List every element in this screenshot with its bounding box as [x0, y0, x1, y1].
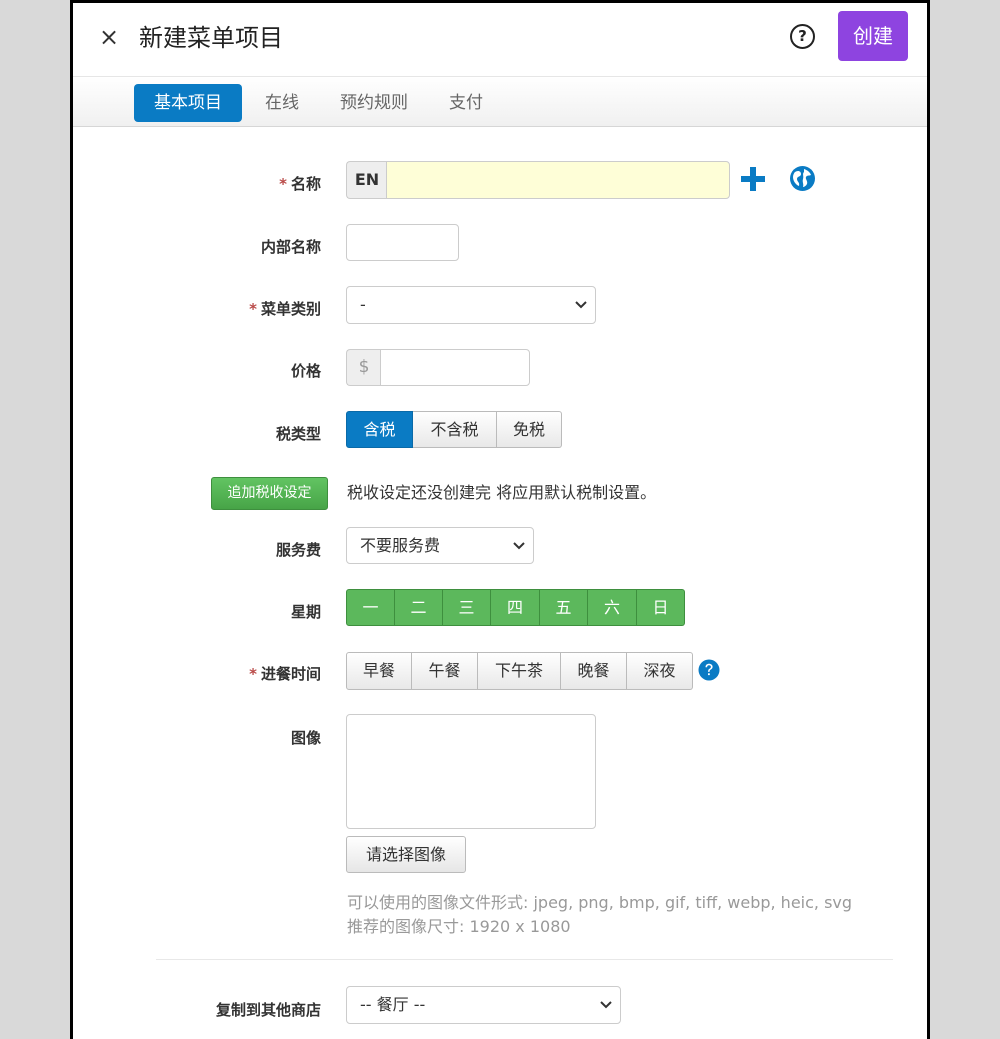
- tab-payment[interactable]: 支付: [439, 84, 493, 122]
- tax-setting-notice: 税收设定还没创建完 将应用默认税制设置。: [347, 483, 657, 502]
- meal-time-label: * 进餐时间: [121, 663, 321, 684]
- name-label-text: 名称: [290, 175, 321, 193]
- price-label: 价格: [290, 362, 321, 380]
- meal-lunch-button[interactable]: 午餐: [412, 652, 478, 690]
- category-select[interactable]: -: [346, 286, 596, 324]
- section-divider: [156, 959, 893, 960]
- category-selected-value: -: [360, 295, 366, 314]
- weekday-tue-button[interactable]: 二: [395, 589, 443, 626]
- language-addon: EN: [346, 161, 387, 199]
- category-label-text: 菜单类别: [260, 300, 321, 318]
- tab-online[interactable]: 在线: [255, 84, 309, 122]
- chevron-down-icon: [575, 301, 587, 309]
- meal-afternoon-tea-button[interactable]: 下午茶: [478, 652, 561, 690]
- tab-reservation-rules[interactable]: 预约规则: [331, 84, 417, 122]
- tab-basic[interactable]: 基本项目: [134, 84, 242, 122]
- meal-late-night-button[interactable]: 深夜: [627, 652, 693, 690]
- image-size-hint: 推荐的图像尺寸: 1920 x 1080: [347, 917, 571, 936]
- currency-addon: $: [346, 349, 381, 386]
- question-circle-icon[interactable]: [698, 659, 720, 681]
- weekday-fri-button[interactable]: 五: [540, 589, 588, 626]
- weekday-sun-button[interactable]: 日: [637, 589, 685, 626]
- meal-time-group: 早餐 午餐 下午茶 晚餐 深夜: [346, 652, 693, 690]
- help-icon[interactable]: ?: [790, 24, 815, 49]
- required-marker: *: [249, 665, 257, 683]
- choose-image-button[interactable]: 请选择图像: [346, 836, 466, 873]
- weekday-sat-button[interactable]: 六: [588, 589, 637, 626]
- internal-name-input[interactable]: [346, 224, 459, 261]
- name-input[interactable]: [386, 161, 730, 199]
- page-title: 新建菜单项目: [139, 24, 283, 52]
- image-format-hint: 可以使用的图像文件形式: jpeg, png, bmp, gif, tiff, …: [347, 893, 853, 912]
- meal-time-label-text: 进餐时间: [260, 665, 321, 683]
- meal-breakfast-button[interactable]: 早餐: [346, 652, 412, 690]
- tax-type-group: 含税 不含税 免税: [346, 411, 562, 448]
- tax-included-button[interactable]: 含税: [346, 411, 413, 448]
- tab-bar: 基本项目 在线 预约规则 支付: [73, 77, 927, 127]
- copy-to-store-select[interactable]: -- 餐厅 --: [346, 986, 621, 1024]
- tax-exempt-button[interactable]: 免税: [497, 411, 562, 448]
- service-fee-selected-value: 不要服务费: [360, 536, 441, 555]
- weekday-thu-button[interactable]: 四: [491, 589, 540, 626]
- tax-type-label: 税类型: [275, 425, 321, 443]
- plus-icon[interactable]: [740, 166, 766, 192]
- chevron-down-icon: [600, 1001, 612, 1009]
- service-fee-select[interactable]: 不要服务费: [346, 527, 534, 564]
- required-marker: *: [279, 175, 287, 193]
- name-label: * 名称: [121, 173, 321, 194]
- chevron-down-icon: [513, 541, 525, 549]
- add-tax-setting-button[interactable]: 追加税收设定: [211, 477, 328, 510]
- weekday-wed-button[interactable]: 三: [443, 589, 491, 626]
- image-preview-box: [346, 714, 596, 829]
- modal-header: × 新建菜单项目 ? 创建: [73, 3, 927, 77]
- close-icon[interactable]: ×: [95, 23, 123, 51]
- tax-excluded-button[interactable]: 不含税: [413, 411, 497, 448]
- weekday-group: 一 二 三 四 五 六 日: [346, 589, 685, 626]
- category-label: * 菜单类别: [121, 298, 321, 319]
- modal-dialog: × 新建菜单项目 ? 创建 基本项目 在线 预约规则 支付 * 名称 EN 内部名…: [70, 0, 930, 1039]
- image-label: 图像: [290, 729, 321, 747]
- price-input[interactable]: [380, 349, 530, 386]
- meal-dinner-button[interactable]: 晚餐: [561, 652, 627, 690]
- globe-icon[interactable]: [789, 165, 816, 192]
- copy-to-store-label: 复制到其他商店: [215, 1001, 321, 1019]
- weekday-mon-button[interactable]: 一: [346, 589, 395, 626]
- weekday-label: 星期: [290, 603, 321, 621]
- internal-name-label: 内部名称: [260, 238, 321, 256]
- service-fee-label: 服务费: [275, 541, 321, 559]
- copy-to-store-selected-value: -- 餐厅 --: [360, 995, 426, 1014]
- create-button[interactable]: 创建: [838, 11, 908, 61]
- required-marker: *: [249, 300, 257, 318]
